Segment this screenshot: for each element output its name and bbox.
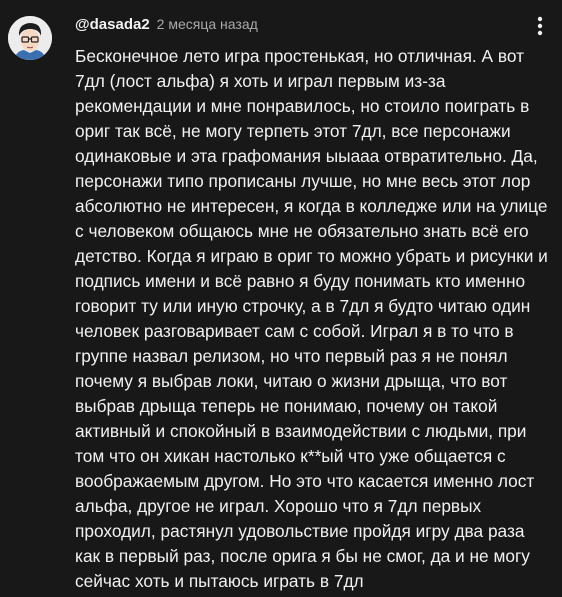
comment-text-line: рекомендации и мне понравилось, но стоил… [75, 96, 530, 116]
comment-text-line: активный и спокойный в взаимодействии с … [75, 421, 527, 441]
comment-header: @dasada2 2 месяца назад [75, 16, 258, 38]
comment-text-line: персонажи типо прописаны лучше, но мне в… [75, 171, 531, 191]
comment-text-line: ориг так всё, не могу терпеть этот 7дл, … [75, 121, 511, 141]
comment-text-line: воображаемым другом. Но это что касается… [75, 471, 535, 491]
comment-text-line: детство. Когда я играю в ориг то можно у… [75, 246, 548, 266]
comment-text-line: выбрав дрыща теперь не понимаю, почему о… [75, 396, 498, 416]
author-avatar[interactable] [8, 16, 52, 60]
comment-text-line: сейчас хоть и пытаюсь играть в 7дл [75, 571, 364, 591]
comment-text-line: человек разговаривает сам с собой. Играл… [75, 321, 514, 341]
comment-text: Бесконечное лето игра простенькая, но от… [75, 44, 555, 594]
comment-text-line: почему я выбрав локи, читаю о жизни дрыщ… [75, 371, 508, 391]
comment-menu-button[interactable] [528, 12, 552, 40]
comment-text-line: проходил, растянул удовольствие пройдя и… [75, 521, 525, 541]
comment-text-line: говорит ту или иную строчку, а в 7дл я б… [75, 296, 531, 316]
avatar-icon [8, 16, 52, 60]
comment-timestamp[interactable]: 2 месяца назад [157, 16, 258, 32]
comment-text-line: одинаковые и эта графомания ыыааа отврат… [75, 146, 538, 166]
author-name[interactable]: @dasada2 [75, 16, 150, 33]
comment-text-line: Бесконечное лето игра простенькая, но от… [75, 46, 524, 66]
more-vertical-icon [537, 16, 543, 36]
comment-text-line: подпись имени и всё равно я буду понимат… [75, 271, 526, 291]
comment-text-line: том что он хикан настолько к**ый что уже… [75, 446, 506, 466]
comment-text-line: альфа, другое не играл. Хорошо что я 7дл… [75, 496, 482, 516]
comment-text-line: с человеком общаюсь мне не обязательно з… [75, 221, 529, 241]
comment-text-line: как в первый раз, после орига я бы не см… [75, 546, 530, 566]
comment-text-line: абсолютно не интересен, я когда в коллед… [75, 196, 548, 216]
comment-text-line: 7дл (лост альфа) я хоть и играл первым и… [75, 71, 446, 91]
comment-thread: @dasada2 2 месяца назад Бесконечное лето… [0, 0, 562, 597]
comment-text-line: группе назвал релизом, но что первый раз… [75, 346, 508, 366]
